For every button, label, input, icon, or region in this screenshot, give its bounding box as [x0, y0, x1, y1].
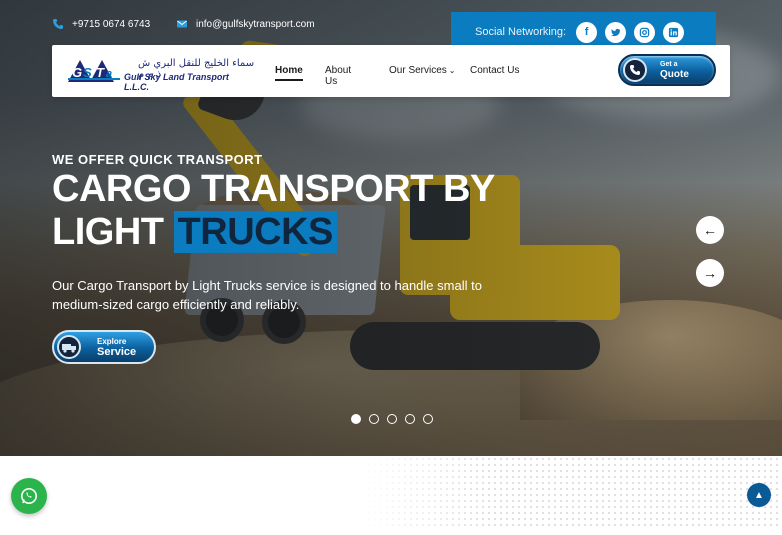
- quote-button-line1: Get a: [660, 61, 678, 68]
- slider-dot-4[interactable]: [405, 414, 415, 424]
- instagram-icon[interactable]: [634, 21, 656, 43]
- whatsapp-button[interactable]: [11, 478, 47, 514]
- twitter-icon[interactable]: [605, 21, 627, 43]
- nav-item-home[interactable]: Home: [275, 65, 303, 81]
- explore-button-line2: Service: [97, 346, 137, 358]
- quote-button-line2: Quote: [660, 69, 689, 80]
- social-label: Social Networking:: [475, 26, 567, 38]
- phone-number[interactable]: +9715 0674 6743: [72, 19, 150, 30]
- svg-text:G: G: [72, 65, 82, 80]
- chevron-down-icon: ⌄: [448, 66, 456, 75]
- hero-tagline: WE OFFER QUICK TRANSPORT: [52, 152, 263, 167]
- whatsapp-icon: [21, 488, 37, 504]
- nav-item-our-services[interactable]: Our Services ⌄: [389, 65, 456, 76]
- brand-english-name: Gulf Sky Land Transport L.L.C.: [124, 72, 229, 92]
- phone-icon: [53, 19, 63, 29]
- hero-headline-prefix: LIGHT: [52, 211, 164, 253]
- arrow-left-icon: ←: [703, 222, 717, 238]
- hero-headline-line2: LIGHT TRUCKS: [52, 211, 495, 254]
- chevron-up-icon: ▲: [754, 489, 764, 501]
- phone-icon: [623, 58, 647, 82]
- truck-icon: [57, 335, 81, 359]
- dot-pattern: [360, 456, 782, 526]
- email-icon: [177, 20, 187, 28]
- main-navbar: G S T a سماء الخليج للنقل البري ش ذ م م …: [52, 45, 730, 97]
- arrow-right-icon: →: [703, 265, 717, 281]
- hero-description: Our Cargo Transport by Light Trucks serv…: [52, 278, 482, 312]
- slider-dots: [351, 414, 433, 424]
- email-address[interactable]: info@gulfskytransport.com: [196, 19, 315, 30]
- hero-headline: CARGO TRANSPORT BY LIGHT TRUCKS: [52, 168, 495, 254]
- hero-headline-highlight: TRUCKS: [173, 211, 337, 253]
- slider-next-button[interactable]: →: [696, 259, 724, 287]
- svg-text:T: T: [96, 65, 105, 80]
- nav-item-contact-us[interactable]: Contact Us: [470, 65, 519, 76]
- nav-item-about-us[interactable]: About Us: [325, 65, 351, 87]
- svg-text:S: S: [83, 65, 92, 80]
- linkedin-icon[interactable]: [663, 21, 685, 43]
- explore-service-button[interactable]: Explore Service: [52, 330, 156, 364]
- slider-prev-button[interactable]: ←: [696, 216, 724, 244]
- phone-contact[interactable]: +9715 0674 6743: [52, 18, 150, 30]
- nav-item-our-services-label: Our Services: [389, 65, 447, 76]
- slider-dot-5[interactable]: [423, 414, 433, 424]
- logo-mark-icon: G S T a: [68, 60, 120, 82]
- facebook-icon[interactable]: f: [576, 21, 598, 43]
- slider-dot-1[interactable]: [351, 414, 361, 424]
- hero-headline-line1: CARGO TRANSPORT BY: [52, 168, 495, 210]
- explore-button-line1: Explore: [97, 337, 127, 346]
- get-quote-button[interactable]: Get a Quote: [618, 54, 716, 86]
- brand-logo[interactable]: G S T a سماء الخليج للنقل البري ش ذ م م …: [66, 56, 256, 92]
- slider-dot-3[interactable]: [387, 414, 397, 424]
- email-contact[interactable]: info@gulfskytransport.com: [176, 18, 315, 30]
- scroll-to-top-button[interactable]: ▲: [747, 483, 771, 507]
- slider-dot-2[interactable]: [369, 414, 379, 424]
- content-section: [0, 456, 782, 535]
